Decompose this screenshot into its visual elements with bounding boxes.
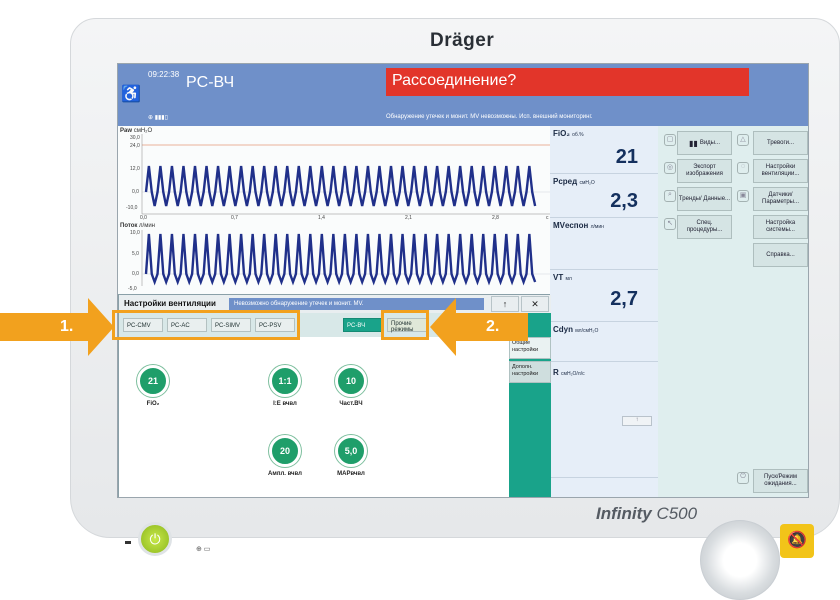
knob-label: Част.ВЧ	[339, 401, 363, 407]
alarms-icon: △	[737, 134, 749, 146]
param-fio2[interactable]: FiO₂ об.% 21	[550, 126, 658, 174]
procedures-icon: ↖	[664, 218, 676, 230]
param-name: FiO₂	[553, 129, 570, 138]
hf-amplitude-knob[interactable]: 20	[269, 435, 301, 467]
power-button[interactable]: ⏻	[138, 522, 172, 556]
param-value: 2,3	[610, 190, 638, 212]
camera-icon: ◎	[664, 162, 676, 174]
param-name: MVеспон	[553, 221, 589, 230]
map-knob[interactable]: 5,0	[335, 435, 367, 467]
knob-label: Ампл. вчвл	[268, 471, 302, 477]
alarm-message: Обнаружение утечек и монит. MV невозможн…	[386, 114, 593, 120]
special-procedures-button[interactable]: Спец. процедуры...	[677, 215, 732, 239]
ventilation-mode[interactable]: PC-ВЧ	[186, 74, 234, 92]
highlight-tabs	[112, 310, 300, 340]
param-mvspon[interactable]: MVеспон л/мин	[550, 218, 658, 270]
patient-icon[interactable]: ♿	[121, 84, 141, 108]
dialog-close-button[interactable]: ✕	[521, 296, 549, 312]
rotary-knob[interactable]	[700, 520, 780, 600]
highlight-other-modes	[381, 310, 429, 340]
export-image-button[interactable]: Экспорт изображения	[677, 159, 732, 183]
callout-2-arrow	[430, 298, 456, 356]
alarm-silence-button[interactable]: 🔕	[780, 524, 814, 558]
param-cdyn[interactable]: Cdyn мл/смH₂O	[550, 322, 658, 362]
param-vt[interactable]: VT мл 2,7	[550, 270, 658, 322]
ventilation-settings-button[interactable]: Настройки вентиляции...	[753, 159, 808, 183]
param-value: 2,7	[610, 288, 638, 310]
param-name: Pсред	[553, 177, 578, 186]
mains-battery-icon: ⊕ ▭	[196, 546, 211, 553]
sensors-icon: ▣	[737, 190, 749, 202]
param-name: R	[553, 368, 559, 377]
menu-col-right: △ Тревоги... ◌ Настройки вентиляции... ▣…	[734, 126, 808, 497]
battery-icon: ⊕ ▮▮▮▯	[148, 115, 168, 121]
header-bar: ♿ 09:22:38 PC-ВЧ ⊕ ▮▮▮▯ Рассоединение? О…	[118, 64, 808, 126]
callout-1-arrow	[88, 298, 114, 356]
brand-logo: Dräger	[430, 30, 495, 51]
system-setup-button[interactable]: Настройка системы...	[753, 215, 808, 239]
paw-waveform	[141, 134, 550, 286]
scroll-up-button[interactable]: ↑	[622, 416, 652, 426]
status-led	[125, 541, 131, 544]
start-standby-button[interactable]: Пуск/Режим ожидания...	[753, 469, 808, 493]
trends-data-button[interactable]: Тренды/ Данные...	[677, 187, 732, 211]
menu-panel: ▢ ▮▮ Виды... ◎ Экспорт изображения ⌕ Трен…	[658, 126, 808, 497]
dialog-title: Настройки вентиляции	[124, 299, 216, 308]
model-label: Infinity C500	[596, 504, 697, 524]
model-sub: C500	[656, 504, 698, 523]
tab-additional-settings[interactable]: Дополн. настройки	[509, 361, 551, 383]
standby-icon: ⏻	[737, 472, 749, 484]
parameters-panel: FiO₂ об.% 21 Pсред смH₂O 2,3 MVеспон л/м…	[550, 126, 658, 497]
menu-col-left: ▢ ▮▮ Виды... ◎ Экспорт изображения ⌕ Трен…	[658, 126, 734, 497]
clock: 09:22:38	[148, 70, 180, 79]
trends-icon: ⌕	[664, 190, 676, 202]
help-button[interactable]: Справка...	[753, 243, 808, 267]
callout-1: 1.	[0, 313, 88, 341]
fio2-knob[interactable]: 21	[137, 365, 169, 397]
hf-frequency-knob[interactable]: 10	[335, 365, 367, 397]
param-pmean[interactable]: Pсред смH₂O 2,3	[550, 174, 658, 218]
knob-label: MAPвчвл	[337, 471, 365, 477]
views-icon: ▢	[664, 134, 676, 146]
alarms-button[interactable]: Тревоги...	[753, 131, 808, 155]
flow-tick: -5,0	[128, 286, 137, 292]
wave-trace	[144, 233, 537, 286]
ventilation-icon: ◌	[737, 162, 749, 174]
callout-2: 2.	[456, 313, 528, 341]
param-value: 21	[615, 146, 638, 168]
sensors-parameters-button[interactable]: Датчики/ Параметры...	[753, 187, 808, 211]
tab-pc-hf[interactable]: PC-ВЧ	[343, 318, 383, 332]
alarm-banner[interactable]: Рассоединение?	[386, 68, 749, 96]
dialog-up-button[interactable]: ↑	[491, 296, 519, 312]
screen: ♿ 09:22:38 PC-ВЧ ⊕ ▮▮▮▯ Рассоединение? О…	[117, 63, 809, 498]
model-main: Infinity	[596, 504, 652, 523]
knob-label: FiO₂	[146, 401, 160, 407]
param-name: VT	[553, 273, 564, 282]
knob-label: I:E вчвл	[273, 401, 297, 407]
param-name: Cdyn	[553, 325, 573, 334]
ie-ratio-knob[interactable]: 1:1	[269, 365, 301, 397]
wave-trace	[144, 165, 537, 207]
views-button[interactable]: ▮▮ Виды...	[677, 131, 732, 155]
